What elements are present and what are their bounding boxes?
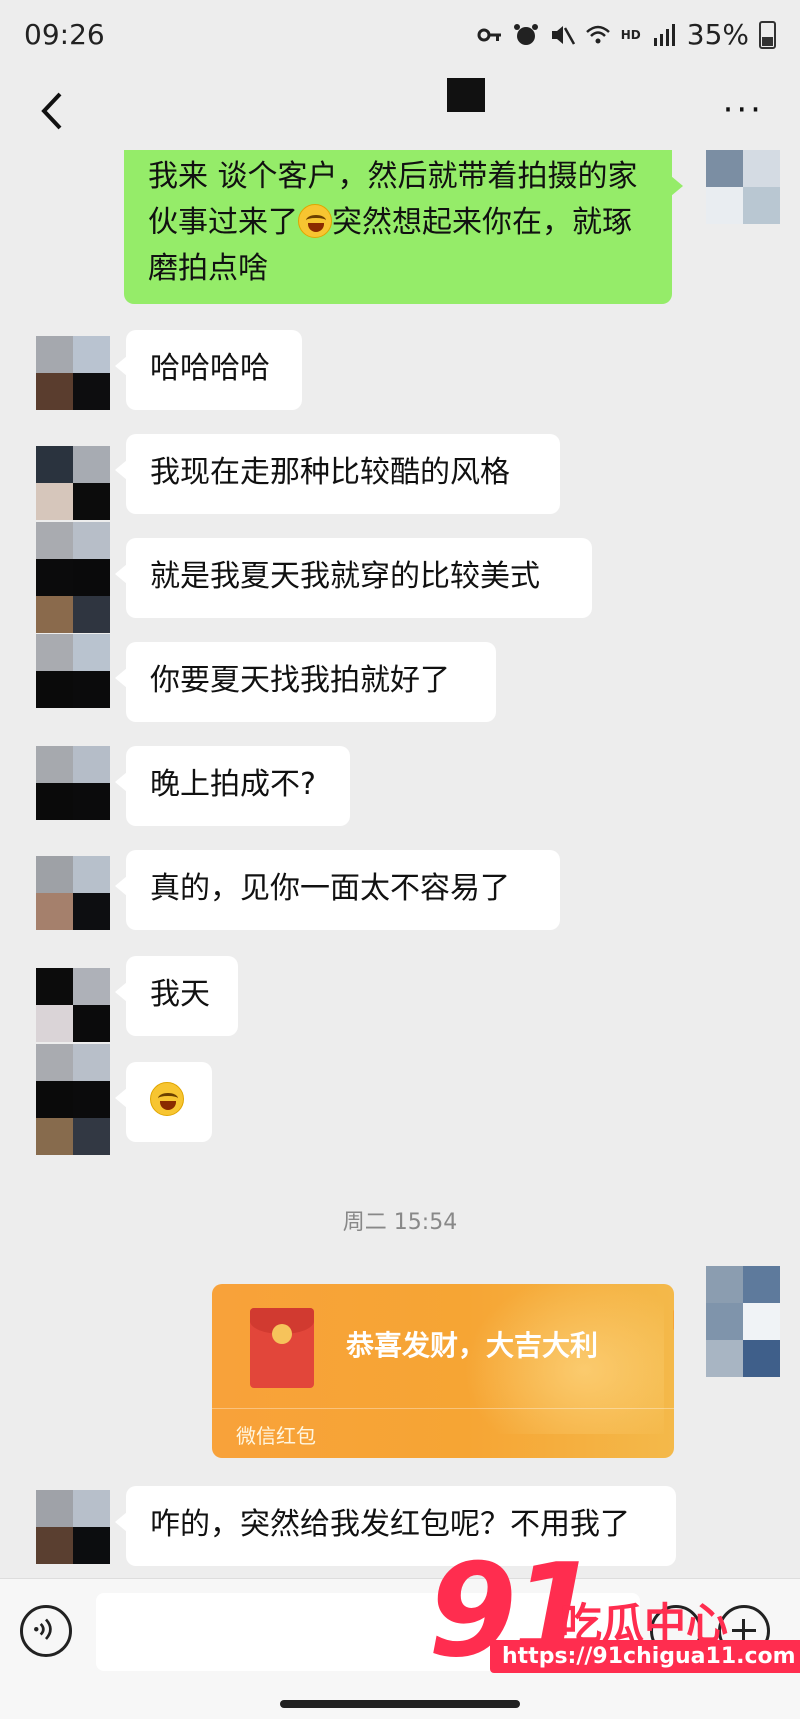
avatar-contact[interactable]: [36, 856, 110, 930]
avatar-contact[interactable]: [36, 1490, 110, 1564]
status-icons: HD 35%: [477, 18, 776, 51]
avatar-contact[interactable]: [36, 522, 110, 633]
message-outgoing[interactable]: 我来 谈个客户，然后就带着拍摄的家伙事过来了 突然想起来你在，就琢磨拍点啥: [124, 150, 683, 304]
message-text: 真的，见你一面太不容易了: [150, 871, 510, 906]
battery-icon: [759, 20, 776, 49]
watermark-url: https://91chigua11.com: [490, 1640, 800, 1673]
message-text: 就是我夏天我就穿的比较美式: [150, 559, 540, 594]
message-incoming[interactable]: 就是我夏天我就穿的比较美式: [115, 538, 592, 618]
message-incoming[interactable]: 哈哈哈哈: [115, 330, 302, 410]
laugh-cry-emoji-icon: [298, 204, 332, 238]
avatar-self[interactable]: [706, 1266, 780, 1377]
wifi-icon: [585, 25, 610, 43]
avatar-contact[interactable]: [36, 746, 110, 820]
more-icon[interactable]: ···: [723, 93, 764, 127]
message-incoming[interactable]: 真的，见你一面太不容易了: [115, 850, 560, 930]
message-incoming[interactable]: 我现在走那种比较酷的风格: [115, 434, 560, 514]
mute-icon: [551, 25, 575, 45]
alarm-icon: [513, 23, 538, 45]
red-packet-greeting: 恭喜发财，大吉大利: [346, 1329, 599, 1362]
laugh-cry-emoji-icon: [150, 1082, 184, 1116]
network-badge: HD: [620, 27, 641, 42]
red-packet-message[interactable]: 恭喜发财，大吉大利 微信红包: [212, 1284, 674, 1458]
message-incoming[interactable]: 你要夏天找我拍就好了: [115, 642, 496, 722]
avatar-self[interactable]: [706, 150, 780, 224]
chevron-left-icon[interactable]: [30, 86, 80, 136]
signal-icon: [653, 23, 675, 46]
message-text: 我现在走那种比较酷的风格: [150, 455, 510, 490]
status-bar: 09:26 HD 35%: [0, 0, 800, 72]
message-incoming[interactable]: 我天: [115, 956, 238, 1036]
divider: [212, 1408, 674, 1409]
avatar-contact[interactable]: [36, 968, 110, 1042]
status-time: 09:26: [24, 18, 105, 51]
message-text: 哈哈哈哈: [150, 351, 270, 386]
red-packet-label: 微信红包: [236, 1424, 316, 1448]
red-envelope-icon: [250, 1308, 314, 1388]
avatar-contact[interactable]: [36, 634, 110, 708]
message-incoming[interactable]: 晚上拍成不?: [115, 746, 350, 826]
chat-timestamp: 周二 15:54: [342, 1210, 458, 1235]
message-incoming[interactable]: [115, 1062, 212, 1142]
vpn-key-icon: [477, 28, 501, 41]
message-text: 我天: [150, 977, 210, 1012]
home-indicator: [280, 1700, 520, 1708]
message-text: 晚上拍成不?: [150, 767, 316, 802]
chat-header: ···: [0, 72, 800, 150]
avatar-contact[interactable]: [36, 446, 110, 520]
chat-title-redacted: [447, 78, 485, 112]
avatar-contact[interactable]: [36, 336, 110, 410]
voice-icon[interactable]: [20, 1605, 72, 1657]
message-text: 你要夏天找我拍就好了: [150, 663, 450, 698]
battery-percent: 35%: [686, 18, 749, 51]
avatar-contact[interactable]: [36, 1044, 110, 1155]
